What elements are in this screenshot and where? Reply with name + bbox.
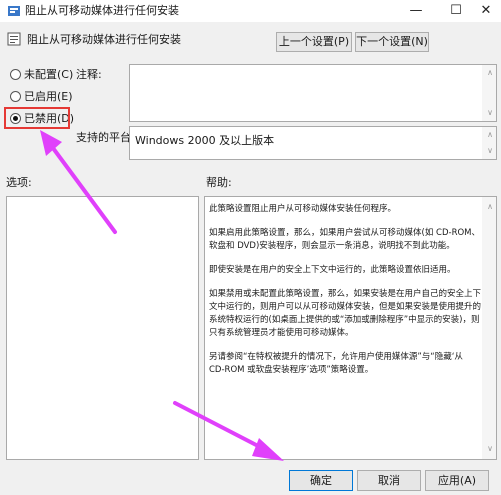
minimize-button[interactable]: — — [400, 0, 432, 22]
window-title: 阻止从可移动媒体进行任何安装 — [25, 4, 179, 17]
comment-label: 注释: — [76, 68, 102, 81]
supported-platforms-value: Windows 2000 及以上版本 — [135, 134, 275, 147]
apply-button[interactable]: 应用(A) — [425, 470, 489, 491]
radio-label: 已启用(E) — [24, 90, 73, 103]
help-paragraph: 如果启用此策略设置，那么，如果用户尝试从可移动媒体(如 CD-ROM、软盘和 D… — [209, 228, 480, 251]
annotation-highlight-box — [4, 107, 70, 129]
close-button[interactable]: ✕ — [470, 0, 501, 22]
help-panel: 此策略设置阻止用户从可移动媒体安装任何程序。 如果启用此策略设置，那么，如果用户… — [204, 196, 497, 460]
supported-label: 支持的平台: — [76, 131, 135, 144]
policy-setting-icon — [7, 32, 21, 46]
comment-textarea[interactable]: ∧ ∨ — [129, 64, 497, 122]
help-paragraph: 此策略设置阻止用户从可移动媒体安装任何程序。 — [209, 204, 397, 214]
policy-name: 阻止从可移动媒体进行任何安装 — [27, 33, 181, 46]
cancel-button[interactable]: 取消 — [357, 470, 421, 491]
help-paragraph: 另请参阅“在特权被提升的情况下，允许用户使用媒体源”与“隐藏‘从 CD-ROM … — [209, 352, 463, 375]
arrow-to-disabled-head-icon — [40, 130, 62, 156]
radio-not-configured[interactable]: 未配置(C) — [10, 67, 73, 81]
scroll-up-icon[interactable]: ∧ — [487, 131, 493, 139]
policy-app-icon — [8, 6, 20, 16]
title-bar: 阻止从可移动媒体进行任何安装 — ☐ ✕ — [0, 0, 501, 22]
radio-label: 未配置(C) — [24, 68, 74, 81]
scroll-down-icon[interactable]: ∨ — [487, 109, 493, 117]
options-label: 选项: — [6, 176, 32, 189]
radio-circle[interactable] — [10, 68, 21, 80]
scroll-down-icon[interactable]: ∨ — [487, 147, 493, 155]
radio-enabled[interactable]: 已启用(E) — [10, 89, 73, 103]
help-paragraph: 如果禁用或未配置此策略设置，那么，如果安装是在用户自己的安全上下文中运行的，则用… — [209, 289, 482, 338]
supported-platforms-field: Windows 2000 及以上版本 ∧ ∨ — [129, 126, 497, 160]
comment-scrollbar[interactable]: ∧ ∨ — [482, 65, 496, 121]
scroll-down-icon[interactable]: ∨ — [487, 445, 493, 453]
previous-setting-button[interactable]: 上一个设置(P) — [276, 32, 352, 52]
maximize-button[interactable]: ☐ — [440, 0, 472, 22]
help-paragraph: 即使安装是在用户的安全上下文中运行的，此策略设置依旧适用。 — [209, 265, 456, 275]
help-label: 帮助: — [206, 176, 232, 189]
ok-button[interactable]: 确定 — [289, 470, 353, 491]
options-panel — [6, 196, 199, 460]
help-text: 此策略设置阻止用户从可移动媒体安装任何程序。 如果启用此策略设置，那么，如果用户… — [209, 203, 481, 388]
next-setting-button[interactable]: 下一个设置(N) — [355, 32, 429, 52]
supported-scrollbar[interactable]: ∧ ∨ — [482, 127, 496, 159]
help-scrollbar[interactable]: ∧ ∨ — [482, 197, 496, 459]
scroll-up-icon[interactable]: ∧ — [487, 69, 493, 77]
scroll-up-icon[interactable]: ∧ — [487, 203, 493, 211]
radio-circle[interactable] — [10, 90, 21, 102]
